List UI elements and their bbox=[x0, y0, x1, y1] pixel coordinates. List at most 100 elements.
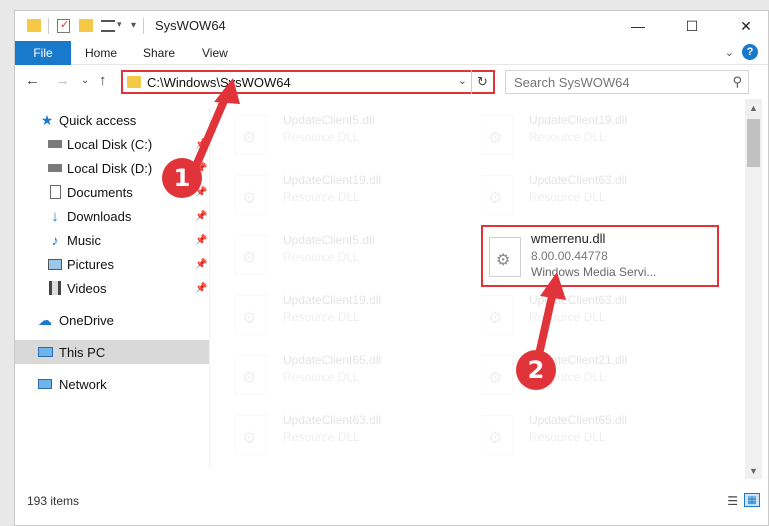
tab-home[interactable]: Home bbox=[85, 46, 117, 60]
file-name: UpdateClient63.dll bbox=[529, 173, 628, 187]
sidebar-item-label: This PC bbox=[59, 344, 106, 360]
file-item[interactable]: ⚙ UpdateClient21.dll Resource DLL bbox=[461, 345, 681, 401]
tab-view[interactable]: View bbox=[202, 46, 228, 60]
maximize-button[interactable]: ☐ bbox=[669, 11, 715, 41]
file-type: Resource DLL bbox=[529, 430, 606, 444]
back-icon[interactable]: ← bbox=[25, 72, 40, 89]
sidebar-item-onedrive[interactable]: ☁ OneDrive bbox=[15, 308, 209, 332]
close-button[interactable]: ✕ bbox=[723, 11, 768, 41]
sidebar-item-videos[interactable]: Videos 📌 bbox=[15, 276, 209, 300]
file-type: Resource DLL bbox=[529, 310, 606, 324]
file-item[interactable]: ⚙ UpdateClient63.dll Resource DLL bbox=[461, 165, 681, 221]
view-options-icon[interactable] bbox=[101, 20, 115, 32]
vertical-scrollbar[interactable]: ▲ ▼ bbox=[745, 99, 762, 479]
recent-locations-icon[interactable]: ⌄ bbox=[81, 75, 89, 86]
file-item[interactable]: ⚙ UpdateClient63.dll Resource DLL bbox=[215, 405, 435, 461]
search-box[interactable]: ⚲ bbox=[505, 70, 749, 94]
dll-file-icon: ⚙ bbox=[235, 175, 267, 215]
customize-toolbar-icon[interactable]: ▾ bbox=[131, 20, 136, 36]
file-name: UpdateClient65.dll bbox=[529, 413, 628, 427]
forward-icon[interactable]: → bbox=[55, 72, 70, 89]
chevron-down-icon[interactable]: ▾ bbox=[117, 19, 122, 35]
file-name: UpdateClient19.dll bbox=[283, 293, 382, 307]
drive-icon bbox=[47, 160, 63, 176]
tiles-view-icon[interactable]: ▦ bbox=[744, 493, 760, 507]
sidebar-item-label: Quick access bbox=[59, 112, 137, 128]
up-icon[interactable]: ↑ bbox=[99, 72, 107, 89]
file-type: Resource DLL bbox=[283, 250, 360, 264]
file-item[interactable]: ⚙ UpdateClient5.dll Resource DLL bbox=[215, 105, 435, 161]
sidebar-item-music[interactable]: ♪ Music 📌 bbox=[15, 228, 209, 252]
divider bbox=[143, 18, 144, 34]
videos-icon bbox=[47, 280, 63, 296]
dll-file-icon: ⚙ bbox=[481, 415, 513, 455]
details-view-icon[interactable]: ☰ bbox=[727, 494, 738, 508]
file-item[interactable]: ⚙ UpdateClient63.dll Resource DLL bbox=[461, 285, 681, 341]
dll-file-icon: ⚙ bbox=[481, 295, 513, 335]
pane-divider[interactable] bbox=[209, 108, 210, 468]
download-icon: ↓ bbox=[51, 207, 59, 225]
pin-icon[interactable]: 📌 bbox=[195, 259, 207, 270]
folder-icon bbox=[27, 19, 41, 32]
file-item[interactable]: ⚙ UpdateClient19.dll Resource DLL bbox=[215, 165, 435, 221]
file-explorer-window: ✓ ▾ ▾ SysWOW64 — ☐ ✕ File Home Share Vie… bbox=[14, 10, 769, 526]
pin-icon[interactable]: 📌 bbox=[195, 283, 207, 294]
file-item[interactable]: ⚙ UpdateClient19.dll Resource DLL bbox=[215, 285, 435, 341]
file-description: Windows Media Servi... bbox=[531, 265, 657, 279]
help-icon[interactable]: ? bbox=[742, 44, 758, 60]
sidebar-item-this-pc[interactable]: This PC bbox=[15, 340, 209, 364]
pin-icon[interactable]: 📌 bbox=[195, 211, 207, 222]
expand-ribbon-icon[interactable]: ⌄ bbox=[725, 46, 734, 59]
scroll-up-icon[interactable]: ▲ bbox=[745, 99, 762, 116]
scroll-down-icon[interactable]: ▼ bbox=[745, 462, 762, 479]
chevron-down-icon[interactable]: ⌄ bbox=[458, 74, 467, 87]
address-path[interactable]: C:\Windows\SysWOW64 bbox=[147, 75, 291, 90]
file-type: Resource DLL bbox=[283, 310, 360, 324]
ribbon-tabs: File Home Share View ⌄ ? bbox=[15, 41, 768, 65]
file-name: UpdateClient5.dll bbox=[283, 233, 375, 247]
file-item[interactable]: ⚙ UpdateClient19.dll Resource DLL bbox=[461, 105, 681, 161]
pin-icon[interactable]: 📌 bbox=[195, 235, 207, 246]
dll-file-icon: ⚙ bbox=[481, 115, 513, 155]
navigation-bar: ← → ⌄ ↑ C:\Windows\SysWOW64 ⌄ ↻ ⚲ bbox=[15, 66, 768, 98]
scrollbar-thumb[interactable] bbox=[747, 119, 760, 167]
new-folder-icon[interactable] bbox=[79, 19, 93, 32]
sidebar-item-network[interactable]: Network bbox=[15, 372, 209, 396]
sidebar-item-pictures[interactable]: Pictures 📌 bbox=[15, 252, 209, 276]
pin-icon[interactable]: 📌 bbox=[195, 139, 207, 150]
window-title: SysWOW64 bbox=[155, 18, 226, 33]
music-icon: ♪ bbox=[51, 232, 59, 248]
address-bar[interactable]: C:\Windows\SysWOW64 ⌄ ↻ bbox=[121, 70, 495, 94]
sidebar-item-downloads[interactable]: ↓ Downloads 📌 bbox=[15, 204, 209, 228]
sidebar-item-label: Local Disk (D:) bbox=[67, 160, 153, 176]
file-name: wmerrenu.dll bbox=[531, 231, 606, 246]
refresh-button[interactable]: ↻ bbox=[471, 70, 493, 94]
step-2-callout: 2 bbox=[516, 350, 556, 390]
file-name: UpdateClient65.dll bbox=[283, 353, 382, 367]
file-name: UpdateClient19.dll bbox=[283, 173, 382, 187]
tab-share[interactable]: Share bbox=[143, 46, 175, 60]
file-name: UpdateClient63.dll bbox=[283, 413, 382, 427]
minimize-button[interactable]: — bbox=[615, 11, 661, 41]
file-type: Resource DLL bbox=[529, 190, 606, 204]
file-type: Resource DLL bbox=[529, 130, 606, 144]
status-bar: 193 items ☰ ▦ bbox=[15, 489, 768, 513]
file-item[interactable]: ⚙ UpdateClient65.dll Resource DLL bbox=[215, 345, 435, 401]
sidebar-item-local-disk-c[interactable]: Local Disk (C:) 📌 bbox=[15, 132, 209, 156]
file-version: 8.00.00.44778 bbox=[531, 249, 608, 263]
search-input[interactable] bbox=[506, 71, 726, 93]
properties-icon[interactable]: ✓ bbox=[57, 19, 70, 33]
sidebar-item-label: Network bbox=[59, 376, 107, 392]
sidebar-item-label: Pictures bbox=[67, 256, 114, 272]
tab-file[interactable]: File bbox=[15, 41, 71, 65]
file-item-wmerrenu[interactable]: ⚙ wmerrenu.dll 8.00.00.44778 Windows Med… bbox=[481, 225, 719, 287]
file-item[interactable]: ⚙ UpdateClient65.dll Resource DLL bbox=[461, 405, 681, 461]
sidebar-item-quick-access[interactable]: ★ Quick access bbox=[15, 108, 209, 132]
sidebar-item-label: Downloads bbox=[67, 208, 132, 224]
file-name: UpdateClient63.dll bbox=[529, 293, 628, 307]
computer-icon bbox=[37, 344, 53, 360]
file-type: Resource DLL bbox=[283, 370, 360, 384]
step-1-callout: 1 bbox=[162, 158, 202, 198]
file-item[interactable]: ⚙ UpdateClient5.dll Resource DLL bbox=[215, 225, 435, 281]
drive-icon bbox=[47, 136, 63, 152]
